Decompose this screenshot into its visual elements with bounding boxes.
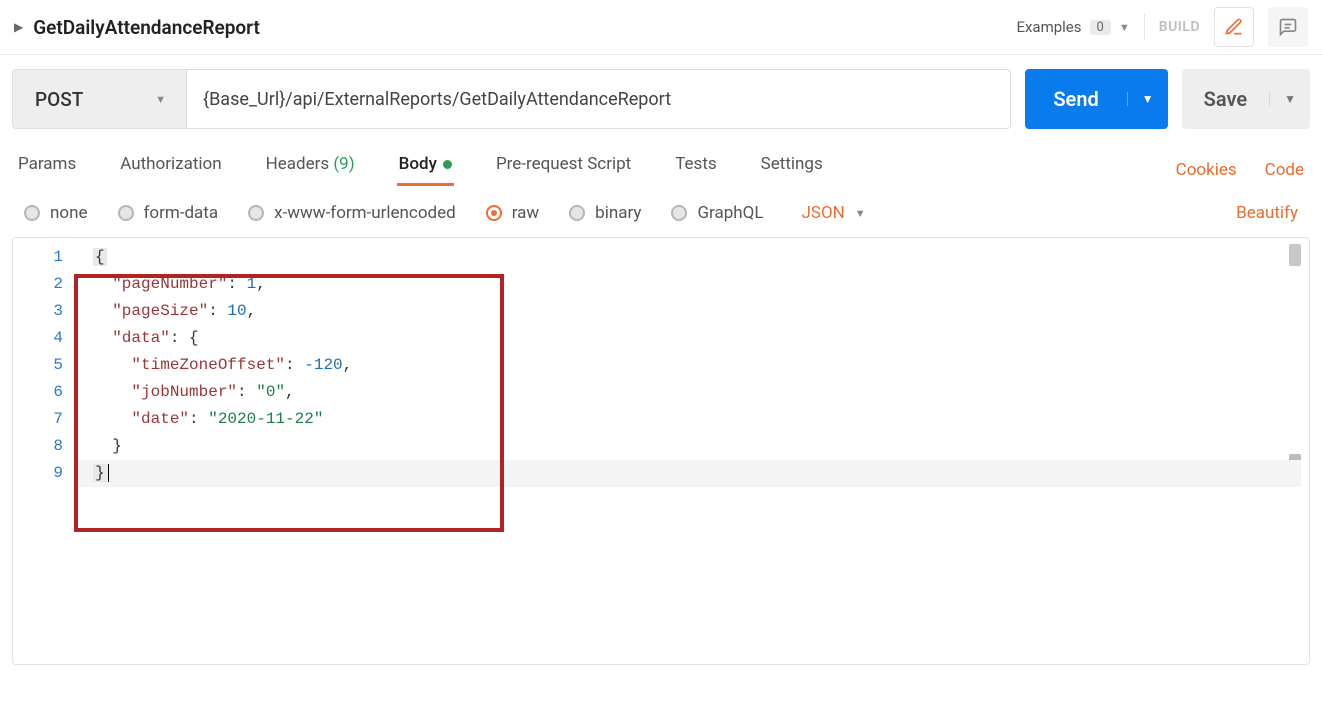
examples-dropdown[interactable]: Examples 0 ▼ <box>1016 18 1129 36</box>
radio-icon <box>671 205 687 221</box>
body-type-value: JSON <box>801 203 844 223</box>
url-value: {Base_Url}/api/ExternalReports/GetDailyA… <box>203 89 671 110</box>
radio-icon <box>118 205 134 221</box>
tab-tests[interactable]: Tests <box>675 154 716 186</box>
tab-settings[interactable]: Settings <box>761 154 823 186</box>
request-title: GetDailyAttendanceReport <box>33 16 260 39</box>
tab-params[interactable]: Params <box>18 154 76 186</box>
body-options-row: none form-data x-www-form-urlencoded raw… <box>0 189 1322 237</box>
comments-button[interactable] <box>1268 7 1308 47</box>
request-row: POST ▼ {Base_Url}/api/ExternalReports/Ge… <box>0 55 1322 143</box>
build-label: BUILD <box>1159 19 1200 35</box>
code-content[interactable]: { "pageNumber": 1, "pageSize": 10, "data… <box>75 238 352 664</box>
tab-authorization[interactable]: Authorization <box>120 154 221 186</box>
examples-label: Examples <box>1016 18 1081 36</box>
edit-button[interactable] <box>1214 7 1254 47</box>
save-caret[interactable]: ▼ <box>1269 92 1310 106</box>
code-link[interactable]: Code <box>1265 160 1304 180</box>
save-button[interactable]: Save ▼ <box>1182 69 1310 129</box>
radio-raw[interactable]: raw <box>486 203 539 223</box>
radio-xwww[interactable]: x-www-form-urlencoded <box>248 203 456 223</box>
radio-binary[interactable]: binary <box>569 203 641 223</box>
method-select[interactable]: POST ▼ <box>12 69 187 129</box>
tabs-row: Params Authorization Headers (9) Body Pr… <box>0 143 1322 189</box>
examples-count: 0 <box>1090 20 1111 35</box>
radio-icon <box>24 205 40 221</box>
collapse-toggle-icon[interactable]: ▶ <box>14 20 23 34</box>
url-input[interactable]: {Base_Url}/api/ExternalReports/GetDailyA… <box>187 69 1011 129</box>
line-gutter: 1 2 3 4 5 6 7 8 9 <box>13 238 75 664</box>
beautify-link[interactable]: Beautify <box>1236 203 1298 223</box>
method-value: POST <box>35 88 83 111</box>
divider <box>1144 14 1145 40</box>
caret-down-icon: ▼ <box>155 93 166 106</box>
send-label: Send <box>1025 87 1126 111</box>
body-type-select[interactable]: JSON ▼ <box>801 203 865 223</box>
send-button[interactable]: Send ▼ <box>1025 69 1167 129</box>
radio-icon <box>569 205 585 221</box>
radio-none[interactable]: none <box>24 203 88 223</box>
caret-down-icon: ▼ <box>1119 21 1130 34</box>
send-caret[interactable]: ▼ <box>1127 92 1168 106</box>
radio-icon <box>486 205 502 221</box>
radio-icon <box>248 205 264 221</box>
tab-body[interactable]: Body <box>399 154 452 186</box>
caret-down-icon: ▼ <box>855 207 866 220</box>
radio-form-data[interactable]: form-data <box>118 203 219 223</box>
tab-prerequest[interactable]: Pre-request Script <box>496 154 631 186</box>
tab-headers[interactable]: Headers (9) <box>266 154 355 186</box>
body-editor[interactable]: 1 2 3 4 5 6 7 8 9 { "pageNumber": 1, "pa… <box>12 237 1310 665</box>
body-modified-indicator <box>443 160 452 169</box>
request-header-bar: ▶ GetDailyAttendanceReport Examples 0 ▼ … <box>0 0 1322 55</box>
radio-graphql[interactable]: GraphQL <box>671 203 763 223</box>
cookies-link[interactable]: Cookies <box>1176 160 1237 180</box>
save-label: Save <box>1182 87 1269 111</box>
